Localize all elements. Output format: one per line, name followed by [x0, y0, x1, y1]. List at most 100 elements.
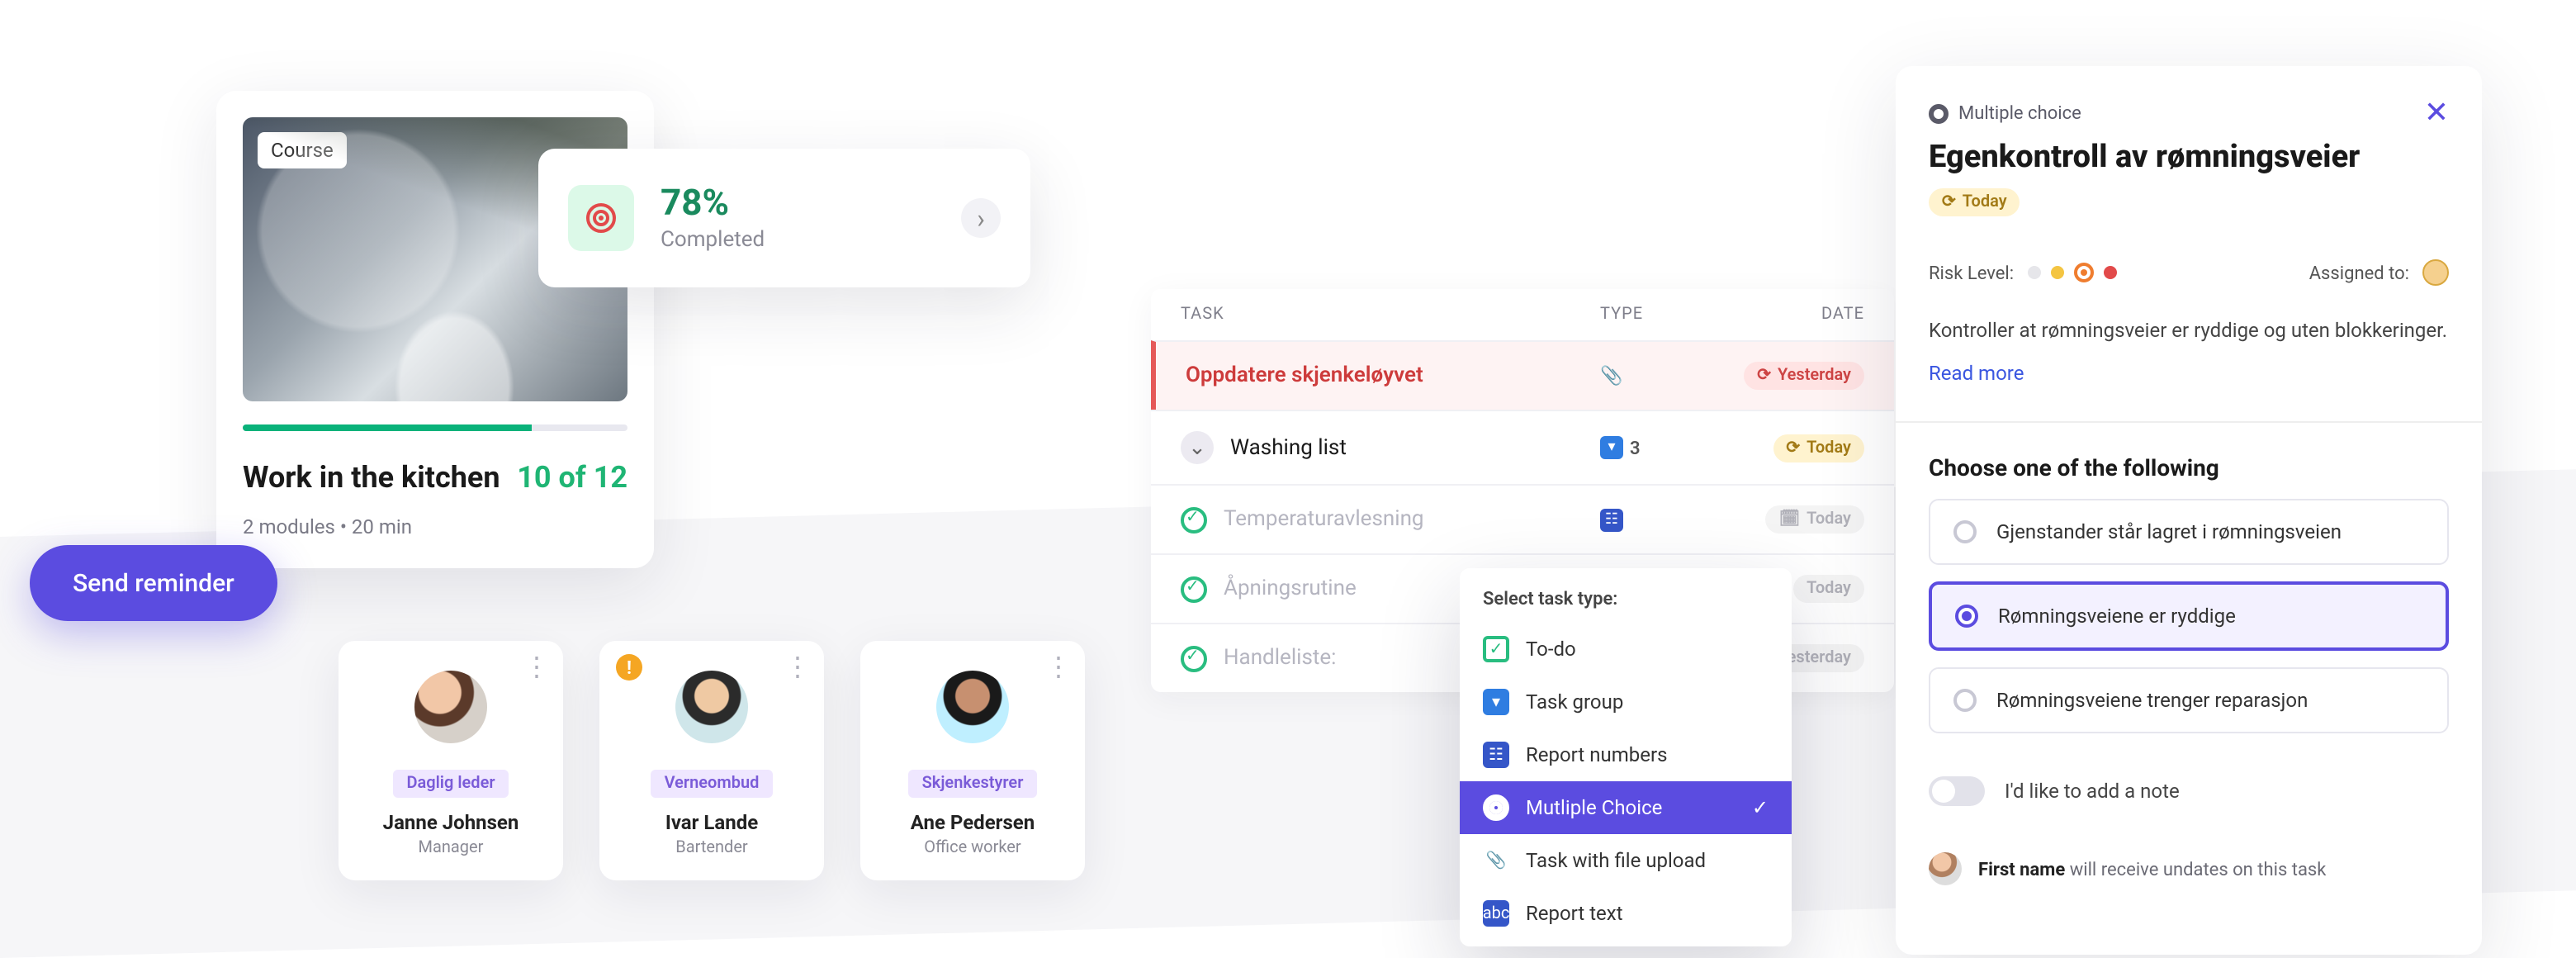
option-label: Task group — [1526, 690, 1623, 714]
send-reminder-button[interactable]: Send reminder — [30, 545, 277, 621]
person-card[interactable]: ⋮ Daglig leder Janne Johnsen Manager — [339, 641, 563, 880]
task-type-option-todo[interactable]: ✓ To-do — [1460, 623, 1792, 676]
choice-label: Gjenstander står lagret i rømningsveien — [1996, 520, 2342, 543]
add-note-toggle[interactable] — [1929, 776, 1985, 806]
task-done-icon[interactable] — [1181, 576, 1207, 602]
column-header-task: TASK — [1181, 306, 1600, 324]
task-row[interactable]: ⌄ Washing list ▾ 3 ⟳Today — [1151, 410, 1894, 484]
task-done-icon[interactable] — [1181, 645, 1207, 671]
target-icon — [568, 185, 634, 251]
task-name: Handleliste: — [1224, 646, 1337, 671]
updates-first-name: First name — [1978, 858, 2065, 880]
task-kind-label: Multiple choice — [1929, 102, 2081, 124]
course-progress-bar — [243, 424, 627, 431]
choice-option[interactable]: Rømningsveiene trenger reparasjon — [1929, 667, 2449, 733]
alert-badge-icon: ! — [616, 654, 642, 681]
person-name: Janne Johnsen — [355, 811, 547, 834]
role-chip: Skjenkestyrer — [909, 770, 1037, 798]
risk-level-selector[interactable] — [2027, 263, 2116, 282]
completion-next-button[interactable]: › — [961, 198, 1001, 238]
chevron-right-icon: › — [977, 202, 985, 234]
task-name: Temperaturavlesning — [1224, 507, 1424, 532]
multiple-choice-icon — [1929, 103, 1949, 123]
date-chip: ⟳Today — [1773, 434, 1864, 462]
person-name: Ane Pedersen — [877, 811, 1068, 834]
calendar-icon: 🗓 — [1779, 510, 1800, 529]
assignee-avatar[interactable] — [2422, 259, 2449, 286]
chevron-down-icon: ⌄ — [1188, 435, 1206, 460]
risk-dot-medium[interactable] — [2050, 266, 2063, 279]
report-text-icon: abc — [1483, 900, 1509, 927]
radio-icon — [1953, 689, 1977, 712]
avatar — [1929, 852, 1962, 885]
task-type-option-text[interactable]: abc Report text — [1460, 887, 1792, 940]
person-name: Ivar Lande — [616, 811, 807, 834]
task-type-option-file[interactable]: 📎 Task with file upload — [1460, 834, 1792, 887]
todo-icon: ✓ — [1483, 636, 1509, 662]
course-counter: 10 of 12 — [517, 461, 627, 496]
risk-dot-critical[interactable] — [2103, 266, 2116, 279]
avatar — [411, 667, 490, 747]
report-numbers-icon: ☷ — [1483, 742, 1509, 768]
course-badge: Course — [258, 132, 347, 168]
avatar — [672, 667, 751, 747]
read-more-link[interactable]: Read more — [1929, 362, 2449, 385]
avatar — [933, 667, 1012, 747]
kebab-menu-icon[interactable]: ⋮ — [523, 654, 550, 681]
person-role: Manager — [355, 839, 547, 857]
task-done-icon[interactable] — [1181, 506, 1207, 533]
task-description: Kontroller at rømningsveier er ryddige o… — [1929, 315, 2449, 345]
task-name: Washing list — [1230, 435, 1347, 460]
subtask-count: 3 — [1630, 437, 1641, 458]
kebab-menu-icon[interactable]: ⋮ — [784, 654, 811, 681]
date-chip: 🗓Today — [1766, 505, 1864, 534]
column-header-type: TYPE — [1600, 306, 1716, 324]
people-row: ⋮ Daglig leder Janne Johnsen Manager ! ⋮… — [339, 641, 1085, 880]
task-group-icon: ▾ — [1483, 689, 1509, 715]
column-header-date: DATE — [1716, 306, 1864, 324]
choice-option[interactable]: Gjenstander står lagret i rømningsveien — [1929, 499, 2449, 565]
risk-dot-low[interactable] — [2027, 266, 2040, 279]
multiple-choice-icon — [1483, 794, 1509, 821]
task-list-header: TASK TYPE DATE — [1151, 289, 1894, 340]
task-detail-title: Egenkontroll av rømningsveier — [1929, 137, 2449, 175]
assigned-to-label: Assigned to: — [2309, 262, 2409, 283]
person-role: Office worker — [877, 839, 1068, 857]
option-label: Mutliple Choice — [1526, 796, 1662, 819]
task-row[interactable]: Oppdatere skjenkeløyvet 📎 ⟳Yesterday — [1151, 340, 1894, 410]
check-icon: ✓ — [1752, 796, 1769, 819]
kebab-menu-icon[interactable]: ⋮ — [1045, 654, 1072, 681]
expand-button[interactable]: ⌄ — [1181, 431, 1214, 464]
course-title: Work in the kitchen — [243, 461, 500, 496]
completion-card: 78% Completed › — [538, 149, 1030, 287]
task-type-option-group[interactable]: ▾ Task group — [1460, 676, 1792, 728]
option-label: To-do — [1526, 638, 1576, 661]
task-name: Åpningsrutine — [1224, 576, 1357, 601]
task-type-option-numbers[interactable]: ☷ Report numbers — [1460, 728, 1792, 781]
choice-option[interactable]: Rømningsveiene er ryddige — [1929, 581, 2449, 651]
report-numbers-icon: ☷ — [1600, 508, 1623, 531]
close-icon: ✕ — [2424, 96, 2449, 130]
task-type-popover: Select task type: ✓ To-do ▾ Task group ☷… — [1460, 568, 1792, 946]
course-meta: 2 modules • 20 min — [243, 515, 627, 538]
person-role: Bartender — [616, 839, 807, 857]
role-chip: Verneombud — [651, 770, 773, 798]
popover-title: Select task type: — [1460, 568, 1792, 623]
task-name: Oppdatere skjenkeløyvet — [1186, 363, 1423, 388]
risk-dot-high-selected[interactable] — [2073, 263, 2093, 282]
task-type-option-multiple-choice[interactable]: Mutliple Choice ✓ — [1460, 781, 1792, 834]
role-chip: Daglig leder — [393, 770, 508, 798]
refresh-icon: ⟳ — [1942, 193, 1956, 211]
person-card[interactable]: ⋮ Skjenkestyrer Ane Pedersen Office work… — [860, 641, 1085, 880]
radio-icon — [1953, 520, 1977, 543]
choice-label: Rømningsveiene er ryddige — [1998, 605, 2236, 628]
person-card[interactable]: ! ⋮ Verneombud Ivar Lande Bartender — [599, 641, 824, 880]
attachment-icon: 📎 — [1483, 847, 1509, 874]
task-row[interactable]: Temperaturavlesning ☷ 🗓Today — [1151, 484, 1894, 553]
close-button[interactable]: ✕ — [2424, 96, 2449, 130]
risk-level-label: Risk Level: — [1929, 262, 2014, 283]
option-label: Task with file upload — [1526, 849, 1706, 872]
refresh-icon: ⟳ — [1786, 439, 1800, 457]
completion-percent: 78% — [661, 183, 961, 225]
updates-text: will receive undates on this task — [2070, 858, 2327, 880]
